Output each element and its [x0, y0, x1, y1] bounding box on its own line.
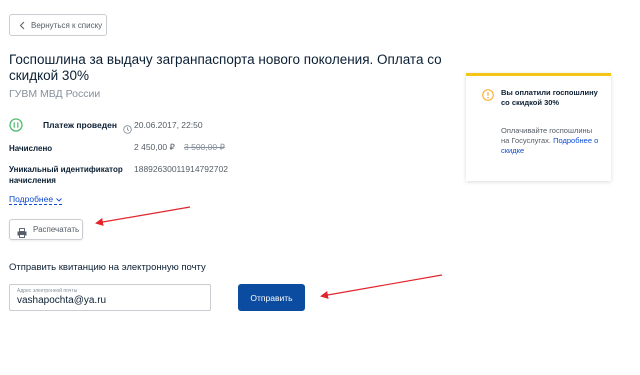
accrued-value: 2 450,00 ₽: [134, 142, 175, 152]
send-button[interactable]: Отправить: [238, 284, 305, 311]
page-title: Госпошлина за выдачу загранпаспорта ново…: [9, 52, 442, 83]
email-section-heading: Отправить квитанцию на электронную почту: [9, 262, 206, 273]
printer-icon: [17, 225, 27, 238]
accrued-old-value: 3 500,00 ₽: [184, 142, 225, 152]
accrued-label: Начислено: [9, 144, 53, 153]
annotation-arrow-send: [320, 274, 443, 299]
uid-value: 18892630011914792702: [134, 164, 228, 174]
warning-icon: [482, 88, 494, 101]
payment-status-row: Платеж проведен 20.06.2017, 22:50: [9, 118, 203, 134]
clock-icon: [123, 121, 132, 134]
info-card-title: Вы оплатили госпошлину со скидкой 30%: [501, 88, 598, 107]
email-field-label: Адрес электронной почты: [17, 288, 78, 294]
success-icon: [9, 118, 23, 132]
back-to-list-label: Вернуться к списку: [31, 20, 103, 30]
print-button[interactable]: Распечатать: [9, 219, 83, 240]
annotation-arrow-print: [95, 206, 191, 226]
more-details-link[interactable]: Подробнее: [9, 194, 63, 205]
email-field-value: vashapochta@ya.ru: [17, 295, 107, 306]
uid-label: Уникальный идентификатор начисления: [9, 165, 123, 185]
print-label: Распечатать: [33, 225, 80, 234]
back-to-list-button[interactable]: Вернуться к списку: [9, 14, 107, 36]
more-details-label: Подробнее: [9, 194, 54, 204]
info-card-body: Оплачивайте госпошлины на Госуслугах. По…: [501, 126, 601, 156]
email-field[interactable]: Адрес электронной почты vashapochta@ya.r…: [9, 284, 211, 311]
payment-status: Платеж проведен: [43, 120, 118, 130]
discount-info-card: Вы оплатили госпошлину со скидкой 30% Оп…: [466, 73, 611, 181]
payment-datetime: 20.06.2017, 22:50: [134, 120, 203, 130]
chevron-down-icon: [56, 194, 62, 204]
chevron-left-icon: [13, 21, 31, 30]
organization-name: ГУВМ МВД России: [9, 88, 101, 100]
